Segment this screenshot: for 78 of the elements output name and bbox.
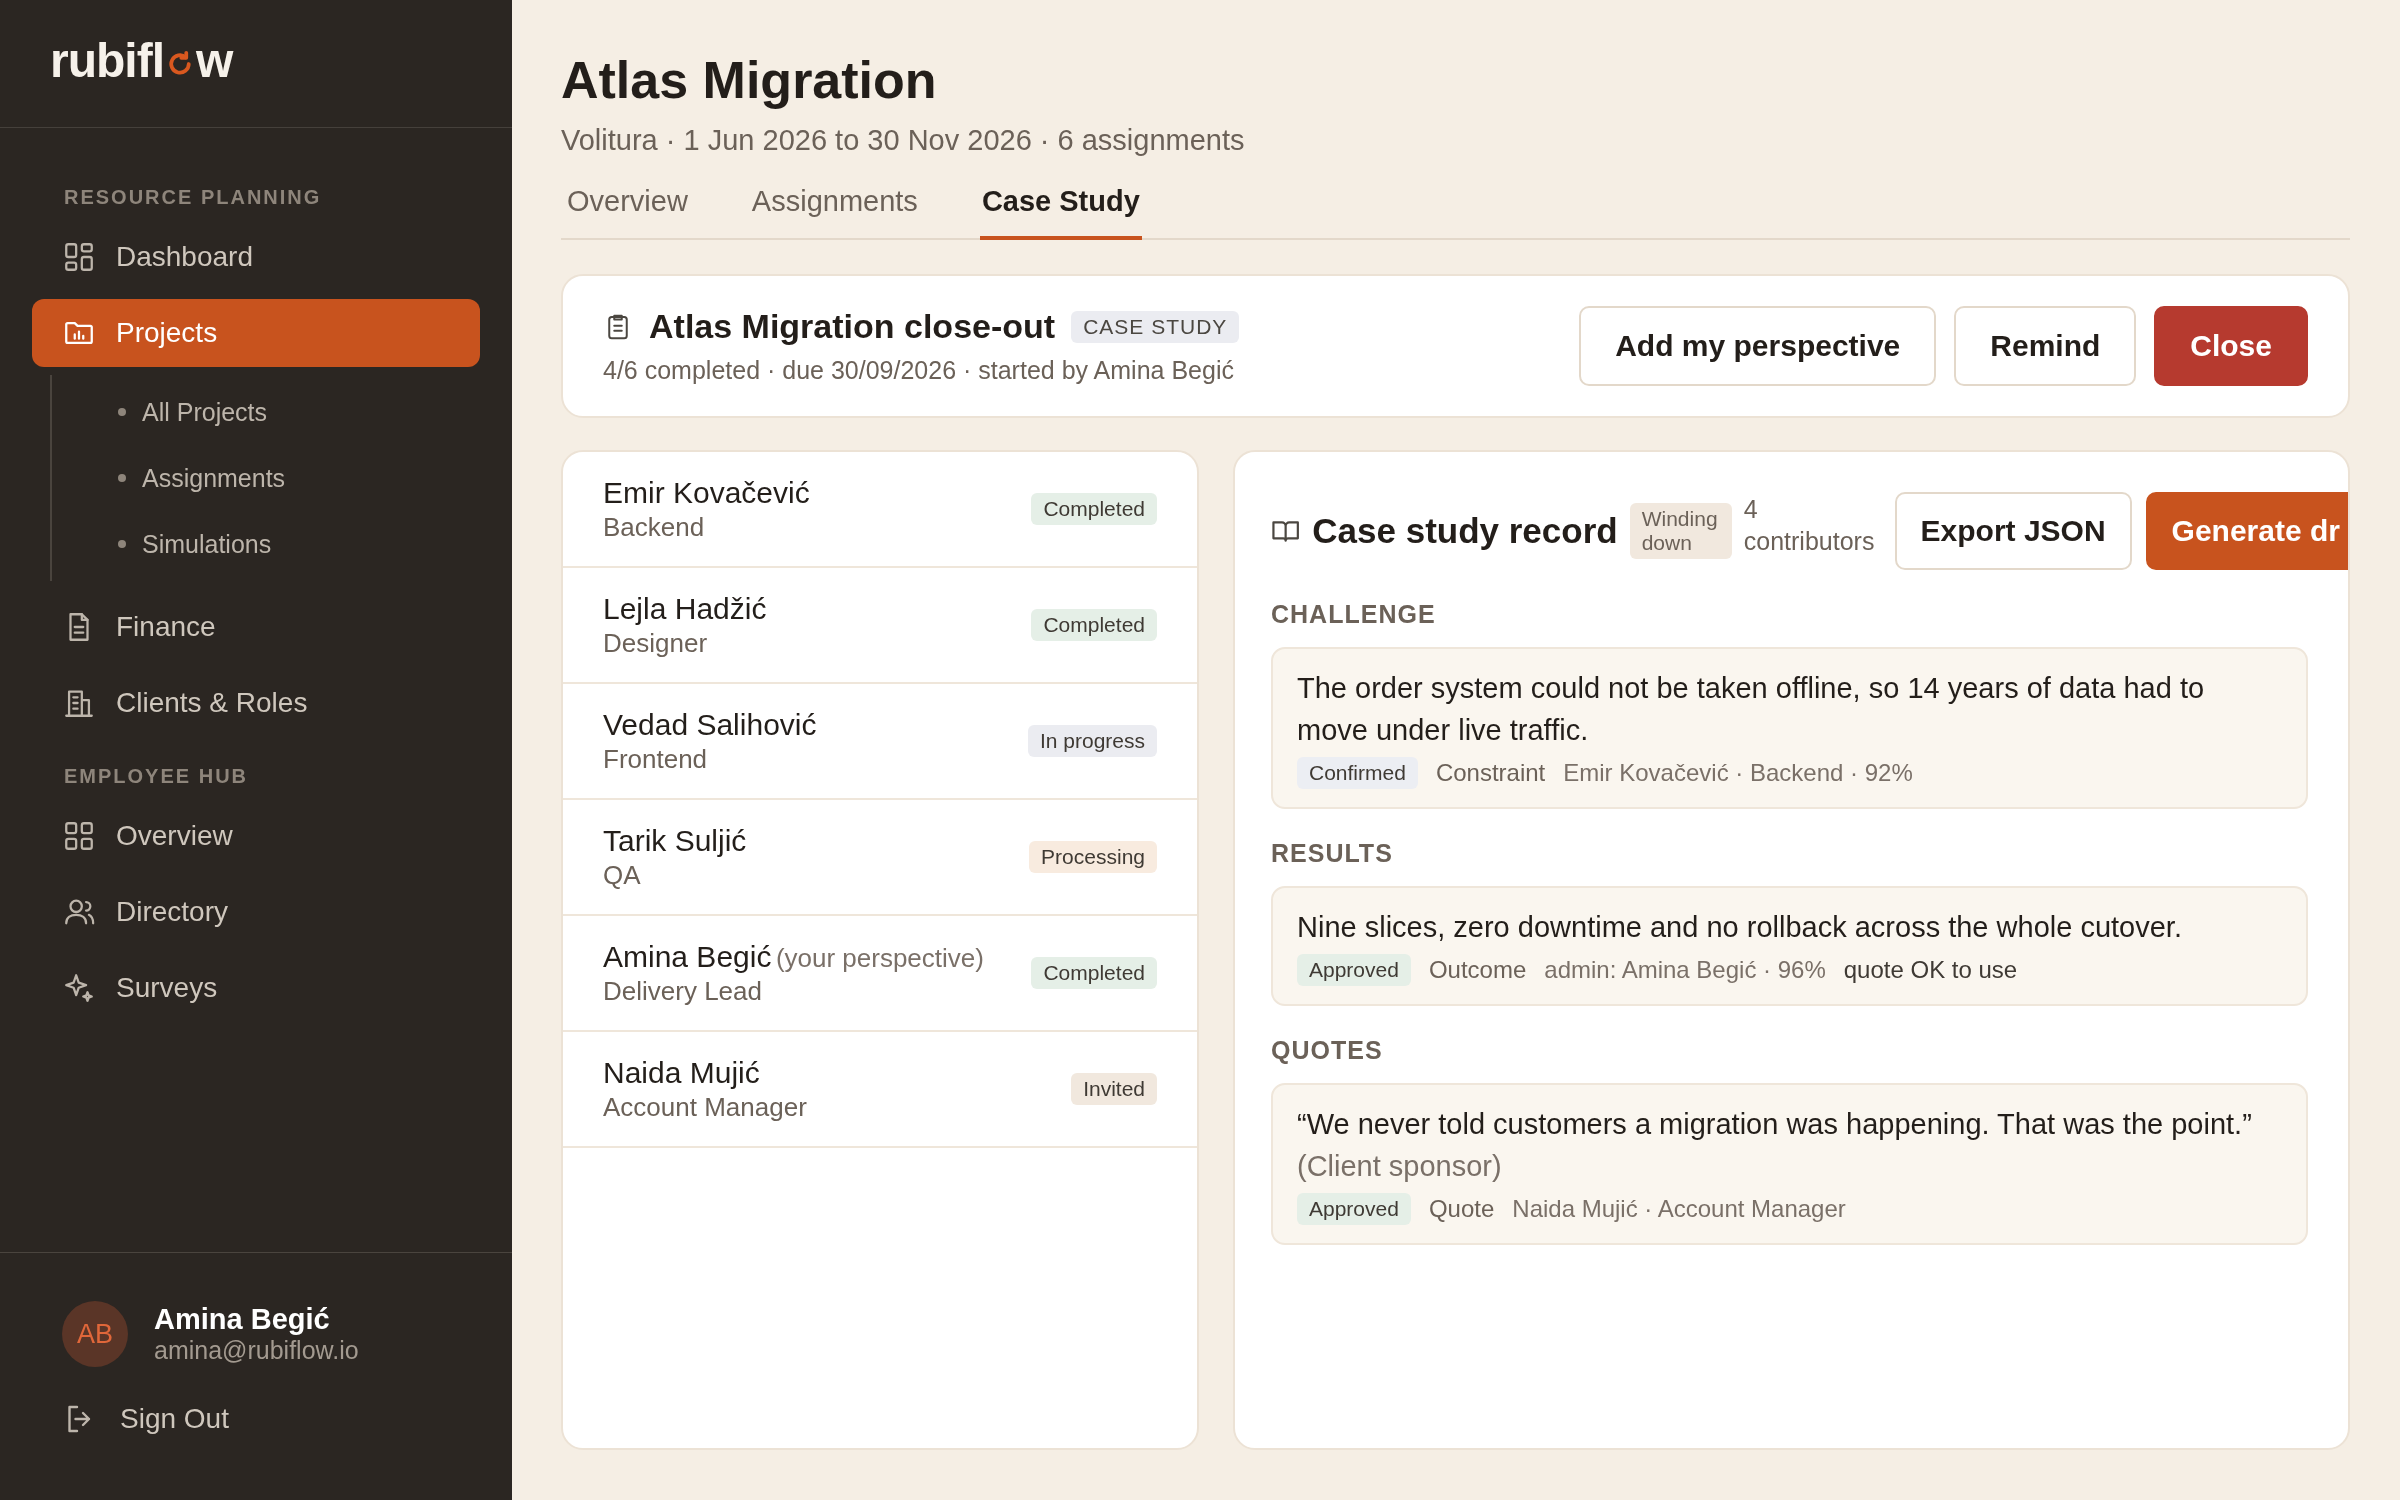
nav-item[interactable]: Directory	[32, 878, 480, 946]
tab[interactable]: Overview	[565, 177, 690, 240]
button[interactable]: Remind	[1954, 306, 2137, 386]
avatar: AB	[62, 1301, 128, 1367]
stage-badge: Winding down	[1629, 502, 1732, 560]
participant-note: (your perspective)	[775, 942, 984, 973]
approval-tag: Approved	[1297, 954, 1411, 987]
nav-item[interactable]: Surveys	[32, 954, 480, 1022]
participant-role: Backend	[603, 511, 706, 543]
nav-item[interactable]: Clients & Roles	[32, 669, 480, 737]
entry-text: Nine slices, zero downtime and no rollback across the whole cutover.	[1297, 910, 2183, 946]
section-heading: RESOURCE PLANNING	[63, 186, 323, 209]
entry-text: “We never told customers a migration was happening. That was the point.”	[1297, 1107, 2253, 1143]
entry-type: Constraint	[1435, 759, 1546, 788]
section-heading: RESULTS	[1271, 839, 1394, 869]
user-email: amina@rubiflow.io	[154, 1336, 359, 1365]
nav-item[interactable]: Overview	[32, 802, 480, 870]
user-name: Amina Begić	[154, 1303, 331, 1336]
participant-role: Account Manager	[603, 1091, 807, 1123]
grid-icon	[62, 240, 96, 274]
button[interactable]: Export JSON	[1894, 492, 2132, 570]
nav-item[interactable]: Projects	[32, 299, 480, 367]
participant-row[interactable]: Naida Mujić Account Manager Invited	[563, 1032, 1197, 1148]
participant-name: Vedad Salihović	[603, 707, 817, 741]
sub-nav-item[interactable]: All Projects	[52, 379, 480, 445]
participant-name: Tarik Suljić	[603, 823, 747, 857]
entry-source: admin: Amina Begić · 96%	[1544, 956, 1826, 985]
nav-item[interactable]: Dashboard	[32, 223, 480, 291]
entry-note: quote OK to use	[1843, 956, 2018, 985]
entry-source: Naida Mujić · Account Manager	[1512, 1195, 1846, 1224]
sign-out-link[interactable]: Sign Out	[62, 1401, 450, 1437]
participant-row[interactable]: Emir Kovačević Backend Completed	[563, 452, 1197, 568]
sparkle-icon	[62, 971, 96, 1005]
participant-name: Lejla Hadžić	[603, 591, 767, 625]
page-subtitle: Volitura · 1 Jun 2026 to 30 Nov 2026 · 6 assignments	[561, 124, 1246, 157]
nav-item[interactable]: Finance	[32, 593, 480, 661]
participant-role: Frontend	[603, 743, 709, 775]
participant-row[interactable]: Lejla Hadžić Designer Completed	[563, 568, 1197, 684]
participant-role: Designer	[603, 627, 709, 659]
status-badge: Completed	[1031, 957, 1157, 989]
approval-tag: Confirmed	[1297, 757, 1418, 790]
section-heading: QUOTES	[1271, 1036, 1384, 1066]
entry-type: Outcome	[1428, 956, 1527, 985]
participant-name: Emir Kovačević	[603, 475, 810, 509]
participant-role: QA	[603, 859, 642, 891]
entry-text: The order system could not be taken offline, so 14 years of data had to move under live traffic.	[1297, 671, 2206, 749]
tab[interactable]: Assignments	[749, 177, 920, 240]
entry-attribution: (Client sponsor)	[1297, 1149, 1503, 1185]
button[interactable]: Add my perspective	[1579, 306, 1937, 386]
status-badge: In progress	[1027, 725, 1157, 757]
sub-nav-item[interactable]: Simulations	[52, 511, 480, 577]
status-badge: Completed	[1031, 609, 1157, 641]
participant-name: Naida Mujić	[603, 1055, 760, 1089]
participant-name: Amina Begić	[603, 939, 772, 973]
contributor-count: 4 contributors	[1743, 493, 1875, 557]
page-title: Atlas Migration	[561, 50, 938, 110]
button[interactable]: Close	[2154, 306, 2308, 386]
approval-tag: Approved	[1297, 1193, 1411, 1226]
entry-source: Emir Kovačević · Backend · 92%	[1563, 759, 1913, 788]
participant-row[interactable]: Vedad Salihović Frontend In progress	[563, 684, 1197, 800]
type-badge: CASE STUDY	[1071, 310, 1240, 343]
section-heading: CHALLENGE	[1271, 600, 1437, 629]
sub-nav-item[interactable]: Assignments	[52, 445, 480, 511]
participant-row[interactable]: Tarik Suljić QA Processing	[563, 800, 1197, 916]
grid-icon	[62, 819, 96, 853]
case-study-meta: 4/6 completed · due 30/09/2026 · started by Amina Begić	[603, 356, 1235, 385]
status-badge: Invited	[1071, 1073, 1157, 1105]
button[interactable]: Generate dr	[2145, 492, 2348, 570]
record-title: Case study record	[1312, 511, 1618, 551]
section-heading: EMPLOYEE HUB	[63, 765, 250, 788]
status-badge: Processing	[1029, 841, 1157, 873]
tab[interactable]: Case Study	[979, 177, 1142, 240]
status-badge: Completed	[1031, 493, 1157, 525]
participant-row[interactable]: Amina Begić(your perspective) Delivery Lead Completed	[563, 916, 1197, 1032]
case-study-title: Atlas Migration close-out	[649, 307, 1056, 346]
participant-role: Delivery Lead	[603, 975, 763, 1007]
logo: rubifl w	[50, 33, 233, 88]
entry-type: Quote	[1428, 1195, 1495, 1224]
